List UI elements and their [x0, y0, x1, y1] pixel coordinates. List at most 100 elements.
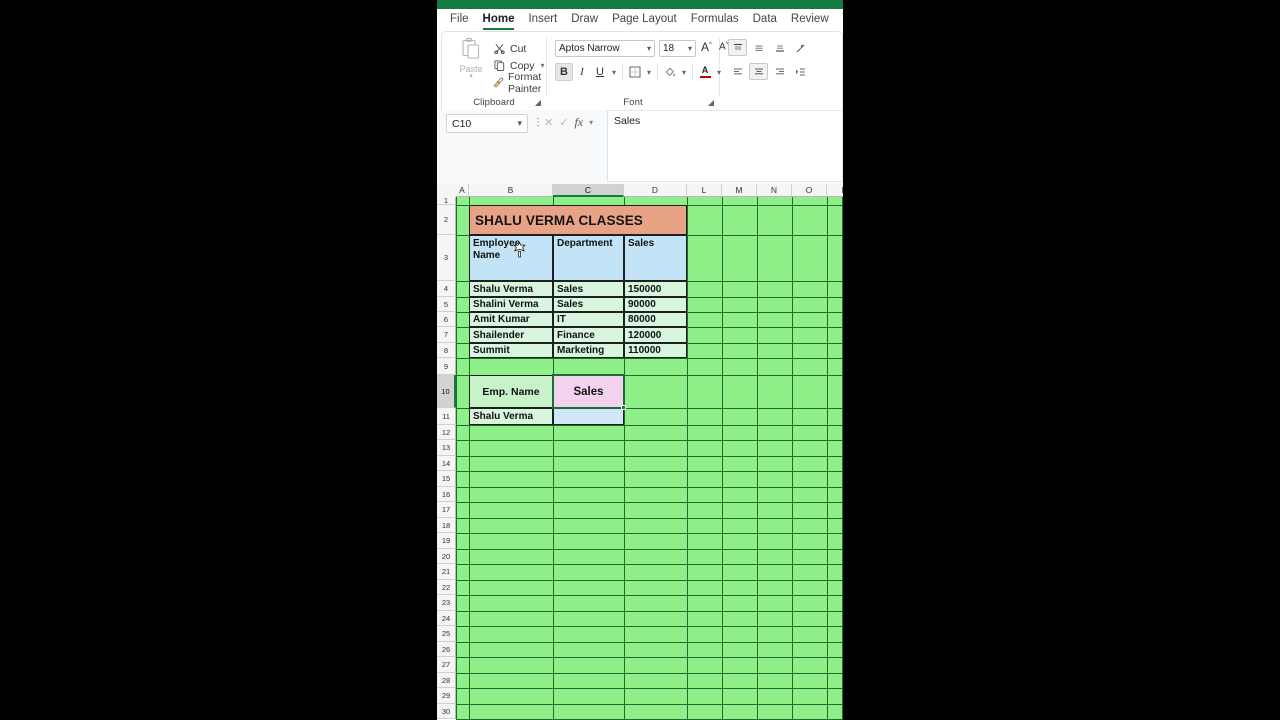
formula-input[interactable]: Sales: [607, 110, 843, 182]
row-header-7[interactable]: 7: [437, 327, 456, 343]
row-header-9[interactable]: 9: [437, 358, 456, 375]
formula-bar-overflow-icon[interactable]: ⋮: [533, 117, 543, 128]
font-name-chevron-down-icon[interactable]: ▾: [647, 44, 651, 53]
column-header-C[interactable]: C: [553, 184, 624, 197]
align-middle-button[interactable]: [749, 39, 768, 56]
borders-button[interactable]: [626, 63, 644, 81]
align-right-button[interactable]: [770, 63, 789, 80]
formula-bar-expand-chevron-icon[interactable]: ▾: [589, 118, 593, 127]
row-header-24[interactable]: 24: [437, 611, 456, 626]
cell-D4-sales[interactable]: 150000: [624, 281, 687, 297]
underline-chevron-down-icon[interactable]: ▾: [609, 68, 619, 77]
row-header-26[interactable]: 26: [437, 642, 456, 657]
row-header-10[interactable]: 10: [437, 375, 456, 408]
cut-button[interactable]: Cut: [492, 40, 526, 57]
fill-color-chevron-down-icon[interactable]: ▾: [679, 68, 689, 77]
row-header-29[interactable]: 29: [437, 688, 456, 704]
row-header-11[interactable]: 11: [437, 408, 456, 425]
name-box[interactable]: C10 ▾: [446, 114, 528, 133]
increase-font-size-button[interactable]: A^: [701, 40, 712, 54]
tab-page-layout[interactable]: Page Layout: [612, 12, 677, 28]
font-size-input[interactable]: 18 ▾: [659, 40, 696, 57]
underline-button[interactable]: U: [591, 63, 609, 81]
column-header-D[interactable]: D: [624, 184, 687, 197]
cell-C4-department[interactable]: Sales: [553, 281, 624, 297]
name-box-chevron-down-icon[interactable]: ▾: [517, 118, 522, 129]
row-header-25[interactable]: 25: [437, 626, 456, 642]
font-dialog-launcher-icon[interactable]: ◢: [708, 99, 714, 107]
row-header-12[interactable]: 12: [437, 425, 456, 440]
row-header-13[interactable]: 13: [437, 440, 456, 456]
row-header-17[interactable]: 17: [437, 502, 456, 518]
cell-B11-name[interactable]: Shalu Verma: [469, 408, 553, 425]
paste-chevron-down-icon[interactable]: ▾: [469, 73, 473, 80]
column-header-O[interactable]: O: [792, 184, 827, 197]
row-header-30[interactable]: 30: [437, 704, 456, 719]
row-header-18[interactable]: 18: [437, 518, 456, 533]
row-header-14[interactable]: 14: [437, 456, 456, 471]
fill-color-button[interactable]: [661, 63, 679, 81]
align-bottom-button[interactable]: [770, 39, 789, 56]
row-header-21[interactable]: 21: [437, 564, 456, 580]
tab-insert[interactable]: Insert: [528, 12, 557, 28]
font-size-chevron-down-icon[interactable]: ▾: [688, 44, 692, 53]
column-header-P[interactable]: P: [827, 184, 843, 197]
cell-B10-header-emp-name[interactable]: Emp. Name: [469, 375, 553, 408]
confirm-entry-icon[interactable]: ✓: [559, 116, 568, 129]
cell-B5-name[interactable]: Shalini Verma: [469, 297, 553, 312]
align-center-button[interactable]: [749, 63, 768, 80]
row-header-8[interactable]: 8: [437, 343, 456, 358]
clipboard-dialog-launcher-icon[interactable]: ◢: [535, 99, 541, 107]
row-header-22[interactable]: 22: [437, 580, 456, 595]
cell-B4-name[interactable]: Shalu Verma: [469, 281, 553, 297]
cell-D5-sales[interactable]: 90000: [624, 297, 687, 312]
tab-formulas[interactable]: Formulas: [691, 12, 739, 28]
align-top-button[interactable]: [728, 39, 747, 56]
cell-D7-sales[interactable]: 120000: [624, 327, 687, 343]
row-header-15[interactable]: 15: [437, 471, 456, 487]
row-header-28[interactable]: 28: [437, 673, 456, 688]
column-header-A[interactable]: A: [456, 184, 469, 197]
align-left-button[interactable]: [728, 63, 747, 80]
cell-C3-header-department[interactable]: Department: [553, 235, 624, 281]
row-header-5[interactable]: 5: [437, 297, 456, 312]
tab-data[interactable]: Data: [753, 12, 777, 28]
column-header-B[interactable]: B: [469, 184, 553, 197]
cell-C11-sales-value[interactable]: [553, 408, 624, 425]
borders-chevron-down-icon[interactable]: ▾: [644, 68, 654, 77]
spreadsheet-grid[interactable]: ABCDLMNOP 123456789101112131415161718192…: [437, 184, 843, 720]
cell-B3-header-employee-name[interactable]: Employee Name: [469, 235, 553, 281]
font-name-input[interactable]: Aptos Narrow ▾: [555, 40, 655, 57]
increase-indent-button[interactable]: [791, 63, 810, 80]
cancel-entry-icon[interactable]: ✕: [544, 116, 553, 129]
cell-B8-name[interactable]: Summit: [469, 343, 553, 358]
cell-B2-title-banner[interactable]: SHALU VERMA CLASSES: [469, 205, 687, 235]
font-color-button[interactable]: A: [696, 63, 714, 81]
column-header-N[interactable]: N: [757, 184, 792, 197]
cell-D3-header-sales[interactable]: Sales: [624, 235, 687, 281]
cell-D6-sales[interactable]: 80000: [624, 312, 687, 327]
cell-B7-name[interactable]: Shailender: [469, 327, 553, 343]
row-header-4[interactable]: 4: [437, 281, 456, 297]
row-header-19[interactable]: 19: [437, 533, 456, 549]
cell-B6-name[interactable]: Amit Kumar: [469, 312, 553, 327]
italic-button[interactable]: I: [573, 63, 591, 81]
cell-C7-department[interactable]: Finance: [553, 327, 624, 343]
row-header-23[interactable]: 23: [437, 595, 456, 611]
bold-button[interactable]: B: [555, 63, 573, 81]
copy-chevron-down-icon[interactable]: ▾: [541, 61, 545, 70]
row-header-27[interactable]: 27: [437, 657, 456, 673]
paste-button[interactable]: Paste ▾: [452, 38, 490, 90]
cell-area[interactable]: SHALU VERMA CLASSES Employee Name Depart…: [456, 197, 843, 720]
cell-C5-department[interactable]: Sales: [553, 297, 624, 312]
row-header-20[interactable]: 20: [437, 549, 456, 564]
tab-file[interactable]: File: [450, 12, 469, 28]
row-header-6[interactable]: 6: [437, 312, 456, 327]
column-header-M[interactable]: M: [722, 184, 757, 197]
row-header-3[interactable]: 3: [437, 235, 456, 281]
tab-home[interactable]: Home: [482, 12, 514, 30]
insert-function-icon[interactable]: fx: [574, 115, 583, 130]
cell-D8-sales[interactable]: 110000: [624, 343, 687, 358]
cell-C6-department[interactable]: IT: [553, 312, 624, 327]
tab-draw[interactable]: Draw: [571, 12, 598, 28]
